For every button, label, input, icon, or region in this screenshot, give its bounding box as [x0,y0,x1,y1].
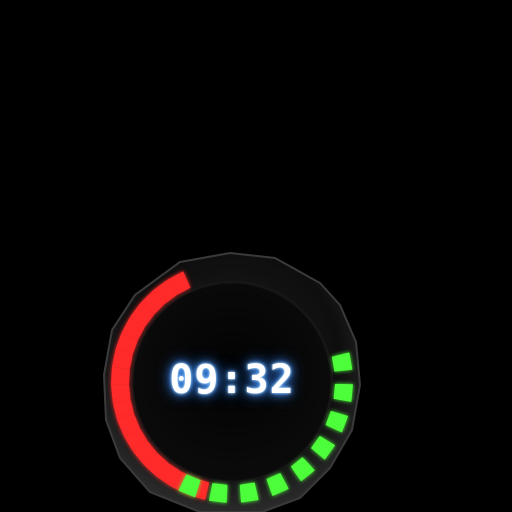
time-remaining-display: 09:32 [169,357,295,403]
game-scene: 09:32 [0,0,512,512]
timer-dial [102,251,362,512]
green-progress-segment [333,383,353,402]
red-progress-segment [111,384,131,403]
countdown-timer-widget: 09:32 [0,0,512,512]
red-progress-segment [111,366,130,385]
